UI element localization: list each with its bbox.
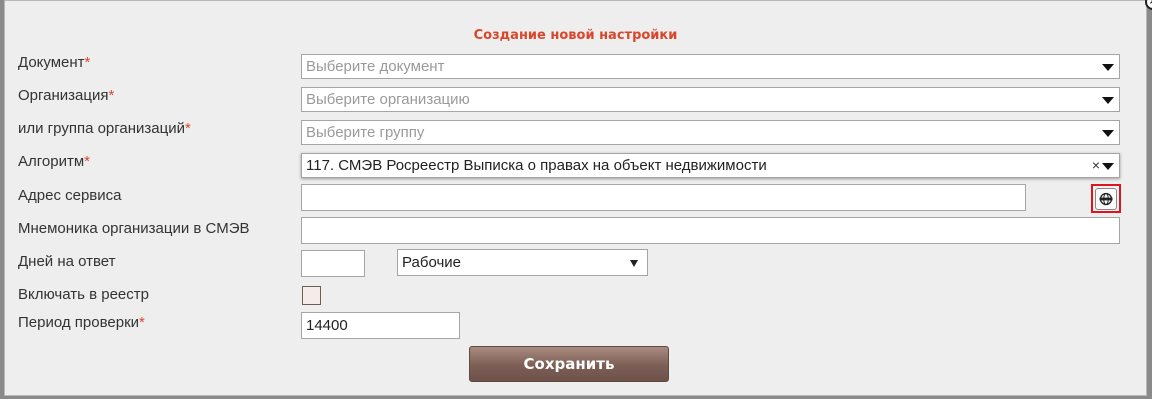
include-registry-checkbox[interactable] — [302, 286, 321, 305]
service-address-label: Адрес сервиса — [18, 187, 122, 204]
caret-down-icon[interactable] — [1102, 130, 1114, 137]
smev-mnemonic-label: Мнемоника организации в СМЭВ — [18, 220, 250, 237]
www-globe-icon — [1095, 187, 1117, 210]
org-group-placeholder: Выберите группу — [306, 124, 425, 141]
smev-mnemonic-input[interactable] — [301, 217, 1120, 244]
response-days-input[interactable] — [301, 250, 365, 277]
organization-label: Организация* — [18, 87, 115, 104]
response-days-label: Дней на ответ — [18, 253, 116, 270]
organization-placeholder: Выберите организацию — [306, 91, 470, 108]
required-mark: * — [84, 54, 91, 71]
dialog-title: Создание новой настройки — [473, 28, 678, 43]
clear-icon[interactable]: × — [1092, 154, 1100, 177]
day-type-value: Рабочие — [402, 254, 461, 271]
check-period-input[interactable]: 14400 — [301, 312, 460, 339]
required-mark: * — [139, 314, 145, 331]
day-type-select[interactable]: Рабочие — [397, 249, 648, 276]
required-mark: * — [108, 87, 115, 104]
service-address-input[interactable] — [301, 184, 1026, 211]
settings-dialog: × Создание новой настройки Документ* Выб… — [4, 0, 1152, 396]
algorithm-label: Алгоритм* — [18, 153, 90, 170]
caret-down-icon[interactable] — [630, 260, 638, 267]
include-registry-label: Включать в реестр — [18, 286, 149, 303]
service-address-button[interactable] — [1091, 184, 1121, 213]
document-placeholder: Выберите документ — [306, 58, 445, 75]
organization-select[interactable]: Выберите организацию — [301, 87, 1120, 112]
caret-down-icon[interactable] — [1102, 163, 1114, 170]
save-button[interactable]: Сохранить — [469, 346, 669, 382]
required-mark: * — [84, 153, 90, 170]
required-mark: * — [184, 120, 191, 137]
document-select[interactable]: Выберите документ — [301, 54, 1120, 79]
algorithm-value: 117. СМЭВ Росреестр Выписка о правах на … — [306, 157, 767, 174]
org-group-select[interactable]: Выберите группу — [301, 120, 1120, 145]
algorithm-select[interactable]: 117. СМЭВ Росреестр Выписка о правах на … — [301, 153, 1120, 178]
document-label: Документ* — [18, 54, 91, 71]
caret-down-icon[interactable] — [1102, 97, 1114, 104]
close-icon[interactable]: × — [1145, 0, 1152, 10]
org-group-label: или группа организаций* — [18, 120, 191, 137]
check-period-label: Период проверки* — [18, 314, 145, 331]
caret-down-icon[interactable] — [1102, 64, 1114, 71]
